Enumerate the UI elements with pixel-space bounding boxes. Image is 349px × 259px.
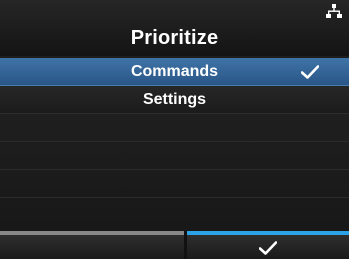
divider: [0, 114, 349, 142]
divider: [0, 170, 349, 198]
empty-list-area: [0, 114, 349, 232]
check-icon: [301, 65, 319, 79]
function-keys: [0, 231, 349, 259]
menu-item-commands[interactable]: Commands: [0, 58, 349, 86]
divider: [0, 142, 349, 170]
function-key-confirm[interactable]: [187, 231, 349, 259]
menu-list: Commands Settings: [0, 58, 349, 234]
function-key-left[interactable]: [0, 231, 184, 259]
check-icon: [259, 241, 277, 255]
header: Prioritize: [0, 0, 349, 56]
page-title: Prioritize: [130, 27, 219, 49]
menu-item-label: Commands: [130, 63, 219, 80]
printer-screen: Prioritize Commands Settings: [0, 0, 349, 259]
menu-item-label: Settings: [142, 91, 207, 108]
network-icon: [326, 4, 342, 18]
menu-item-settings[interactable]: Settings: [0, 86, 349, 114]
